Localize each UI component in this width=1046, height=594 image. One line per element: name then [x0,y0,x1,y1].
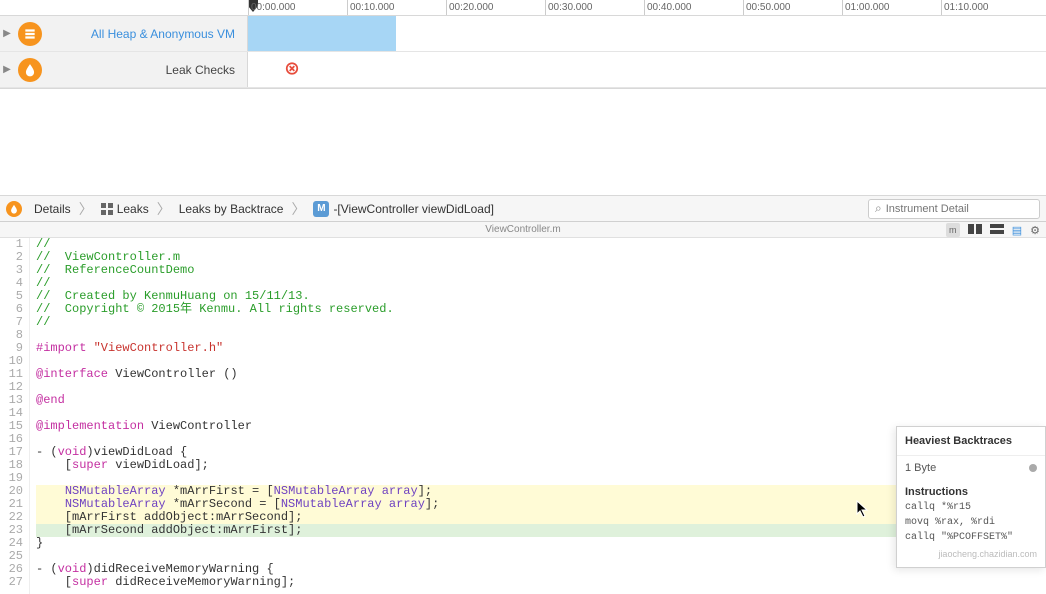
disclosure-triangle-icon[interactable]: ▶ [0,28,14,39]
backtrace-dot-icon [1029,464,1037,472]
breadcrumb: Details 〉 Leaks 〉 Leaks by Backtrace 〉 M… [0,196,1046,222]
file-type-badge: m [946,223,960,237]
leak-marker-icon[interactable] [285,61,299,78]
track-leaks-label: Leak Checks [46,63,247,77]
time-tick: 01:10.000 [941,0,1040,15]
time-tick: 00:10.000 [347,0,446,15]
time-tick: 00:50.000 [743,0,842,15]
gear-icon[interactable]: ⚙ [1030,224,1040,237]
layout-stack-icon[interactable] [990,224,1004,237]
code-line[interactable]: } [36,537,1046,550]
code-line[interactable] [36,433,1046,446]
chevron-right-icon: 〉 [291,199,305,219]
instrument-tracks: ▶ All Heap & Anonymous VM ▶ Leak Checks [0,16,1046,89]
file-name-bar: ViewController.m m ▤ ⚙ [0,222,1046,238]
method-badge-icon: M [313,201,329,217]
crumb-method-label: -[ViewController viewDidLoad] [333,202,494,216]
search-icon: ⌕ [875,201,882,216]
leaks-icon [18,58,42,82]
xcode-icon[interactable]: ▤ [1012,224,1022,237]
layout-columns-icon[interactable] [968,224,982,237]
heap-lane[interactable] [248,16,1046,51]
time-tick: 01:00.000 [842,0,941,15]
leaks-lane[interactable] [248,52,1046,87]
inspector-panel: Heaviest Backtraces 1 Byte Instructions … [896,426,1046,568]
code-line[interactable]: [mArrSecond addObject:mArrFirst];!1 Byte [36,524,1046,537]
instructions-title: Instructions [897,480,1045,500]
crumb-leaks[interactable]: Leaks [95,202,155,216]
code-line[interactable]: #import "ViewController.h" [36,342,1046,355]
time-tick: 00:30.000 [545,0,644,15]
disclosure-triangle-icon[interactable]: ▶ [0,64,14,75]
code-line[interactable]: // ReferenceCountDemo [36,264,1046,277]
search-input[interactable] [886,203,1033,215]
asm-line: callq "%PCOFFSET%" [897,530,1045,545]
code-line[interactable] [36,381,1046,394]
backtrace-row[interactable]: 1 Byte [897,455,1045,480]
code-line[interactable]: [super didReceiveMemoryWarning]; [36,576,1046,589]
crumb-leaks-label: Leaks [117,202,149,216]
asm-line: movq %rax, %rdi [897,515,1045,530]
chevron-right-icon: 〉 [157,199,171,219]
track-heap[interactable]: ▶ All Heap & Anonymous VM [0,16,1046,52]
crumb-details[interactable]: Details [28,202,77,216]
code-line[interactable]: @end [36,394,1046,407]
code-line[interactable]: @implementation ViewController [36,420,1046,433]
crumb-method[interactable]: M -[ViewController viewDidLoad] [307,201,500,217]
time-tick: 00:40.000 [644,0,743,15]
grid-icon [101,203,113,215]
code-line[interactable]: @interface ViewController () [36,368,1046,381]
asm-line: callq *%r15 [897,500,1045,515]
search-input-wrapper[interactable]: ⌕ [868,199,1040,219]
code-lines[interactable]: //// ViewController.m// ReferenceCountDe… [30,238,1046,594]
track-leaks[interactable]: ▶ Leak Checks [0,52,1046,88]
crumb-group[interactable]: Leaks by Backtrace [173,202,290,216]
code-line[interactable]: // Copyright © 2015年 Kenmu. All rights r… [36,303,1046,316]
leaks-instrument-icon[interactable] [6,201,22,217]
chevron-right-icon: 〉 [79,199,93,219]
source-code-view[interactable]: 1234567891011121314151617181920212223242… [0,238,1046,594]
file-name-label: ViewController.m [485,224,560,235]
code-line[interactable]: [super viewDidLoad]; [36,459,1046,472]
time-tick: 00:00.000 [248,0,347,15]
heaviest-backtraces-title: Heaviest Backtraces [897,427,1045,455]
watermark-text: jiaocheng.chazidian.com [897,545,1045,567]
backtrace-size: 1 Byte [905,462,936,474]
timeline-ruler[interactable]: 00:00.000 00:10.000 00:20.000 00:30.000 … [0,0,1046,16]
heap-usage-bar [248,16,396,51]
code-line[interactable]: // [36,316,1046,329]
allocations-icon [18,22,42,46]
timeline-empty-area [0,89,1046,196]
time-tick: 00:20.000 [446,0,545,15]
line-number-gutter: 1234567891011121314151617181920212223242… [0,238,30,594]
code-line[interactable]: // [36,238,1046,251]
line-number: 27 [0,576,23,589]
track-heap-label: All Heap & Anonymous VM [46,27,247,41]
